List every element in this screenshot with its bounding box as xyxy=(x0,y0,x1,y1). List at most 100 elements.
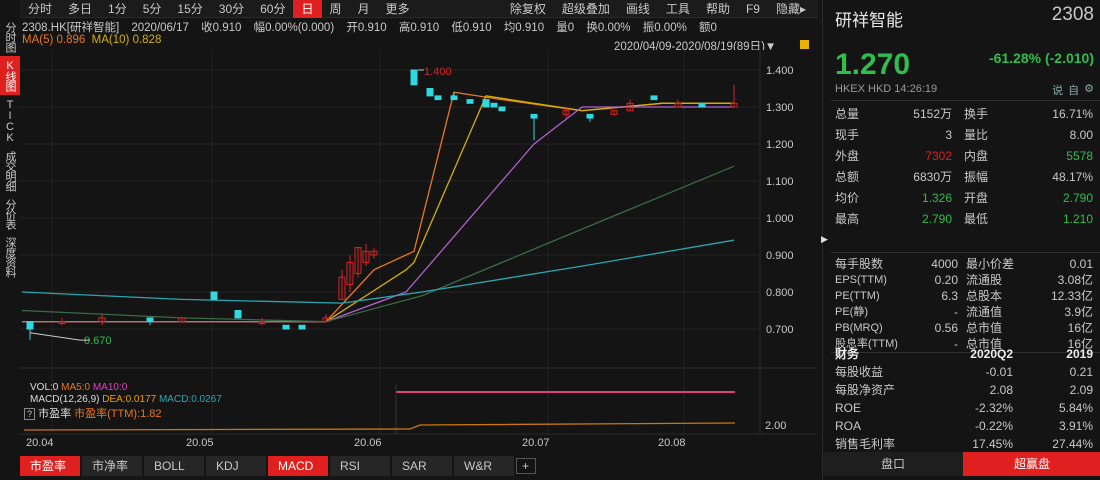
financials-value: 2.08 xyxy=(989,383,1013,397)
indicator-tab[interactable]: 市盈率 xyxy=(20,456,80,476)
quote-value: 7302 xyxy=(925,149,952,163)
pe-ttm-value: 市盈率(TTM):1.82 xyxy=(74,408,162,420)
indicator-tab[interactable]: SAR xyxy=(392,456,452,476)
quote-label: 振幅 xyxy=(964,170,989,184)
financials-row: 销售毛利率 17.45% 27.44% xyxy=(823,435,1100,453)
order-book-tab[interactable]: 盘口 xyxy=(823,452,963,476)
candle[interactable] xyxy=(298,324,306,330)
add-indicator-button[interactable]: + xyxy=(516,458,536,474)
fundamental-label: PE(TTM) xyxy=(835,290,880,302)
quote-value: 48.17% xyxy=(1052,170,1093,184)
fundamental-row: EPS(TTM) 0.20 流通股 3.08亿 xyxy=(823,272,1100,288)
candle[interactable] xyxy=(482,99,490,108)
indicator-tab[interactable]: W&R xyxy=(454,456,514,476)
y-tick-label: 1.000 xyxy=(766,213,794,225)
quote-value: 1.326 xyxy=(921,191,952,205)
financials-value: 3.91% xyxy=(1058,419,1093,433)
indicator-tab[interactable]: 市净率 xyxy=(82,456,142,476)
y-tick-label: 1.200 xyxy=(766,139,794,151)
vol-label: VOL:0 xyxy=(30,382,59,393)
candle[interactable] xyxy=(650,95,658,101)
candle-body xyxy=(490,102,498,108)
fundamental-label: 总股本 xyxy=(966,289,1003,303)
candle-body xyxy=(586,113,594,119)
x-tick-label: 20.06 xyxy=(354,437,382,449)
indicator-row-2: MACD(12,26,9) DEA:0.0177 MACD:0.0267 xyxy=(30,394,222,405)
fundamental-row: PE(静) - 流通值 3.9亿 xyxy=(823,304,1100,320)
financials-value: -2.32% xyxy=(974,401,1013,415)
fundamental-label: 总市值 xyxy=(966,321,1003,335)
watchlist-icon[interactable]: 自 xyxy=(1068,82,1079,98)
candle[interactable] xyxy=(498,106,506,112)
financials-header-cell: 2019 xyxy=(1066,347,1093,361)
quote-label: 外盘 xyxy=(835,149,860,163)
financials-label: ROE xyxy=(835,401,862,415)
candle[interactable] xyxy=(698,102,706,108)
financials-value: -0.22% xyxy=(974,419,1013,433)
candle[interactable] xyxy=(282,324,290,330)
financials-label: 每股收益 xyxy=(835,365,884,379)
financials-value: 17.45% xyxy=(972,437,1013,451)
collapse-arrow-icon[interactable]: ▶ xyxy=(821,234,828,245)
candle[interactable] xyxy=(234,310,242,319)
financials-value: 27.44% xyxy=(1052,437,1093,451)
candle-body xyxy=(426,88,434,97)
financials-row: ROA -0.22% 3.91% xyxy=(823,417,1100,435)
financials-label: 每股净资产 xyxy=(835,383,896,397)
indicator-tab[interactable]: BOLL xyxy=(144,456,204,476)
market-time: HKEX HKD 14:26:19 xyxy=(835,83,938,95)
fundamental-value: 12.33亿 xyxy=(1050,289,1093,303)
fundamental-value: - xyxy=(954,305,958,319)
quote-value: 8.00 xyxy=(1069,128,1093,142)
quote-label: 量比 xyxy=(964,128,989,142)
settings-icon[interactable]: ⚙ xyxy=(1084,82,1094,98)
quote-row: 现手 3 量比 8.00 xyxy=(823,125,1100,146)
super-tab[interactable]: 超赢盘 xyxy=(963,452,1100,476)
candle-body xyxy=(650,95,658,101)
y-tick-label: 0.900 xyxy=(766,250,794,262)
candle-body xyxy=(210,291,218,300)
candle[interactable] xyxy=(210,291,218,300)
quote-value: 5152万 xyxy=(913,107,952,121)
quote-value: 2.790 xyxy=(1062,191,1093,205)
financials-value: 5.84% xyxy=(1058,401,1093,415)
x-tick-label: 20.08 xyxy=(658,437,686,449)
financials-row: 每股净资产 2.08 2.09 xyxy=(823,381,1100,399)
candle-body xyxy=(482,99,490,108)
candle[interactable] xyxy=(466,99,474,104)
quote-label: 总额 xyxy=(835,170,860,184)
candle-body xyxy=(530,113,538,119)
candle-body xyxy=(146,317,154,323)
candle-body xyxy=(410,69,418,86)
fundamentals-table: 每手股数 4000 最小价差 0.01 EPS(TTM) 0.20 流通股 3.08亿 PE(T… xyxy=(823,256,1100,352)
candle-body xyxy=(466,99,474,104)
quote-value: 1.210 xyxy=(1062,212,1093,226)
indicator-tab[interactable]: MACD xyxy=(268,456,328,476)
indicator-tab[interactable]: RSI xyxy=(330,456,390,476)
indicator-row-1: VOL:0 MA5:0 MA10:0 xyxy=(30,382,127,393)
quote-value: 3 xyxy=(945,128,952,142)
indicator-tabs: 市盈率 市净率 BOLL KDJ MACD RSI SAR W&R + xyxy=(20,456,536,476)
fundamental-row: 每手股数 4000 最小价差 0.01 xyxy=(823,256,1100,272)
quote-label: 开盘 xyxy=(964,191,989,205)
indicator-tab[interactable]: KDJ xyxy=(206,456,266,476)
candle[interactable] xyxy=(426,88,434,97)
help-icon[interactable]: ? xyxy=(24,408,36,420)
candle[interactable] xyxy=(490,102,498,108)
vol-ma5: MA5:0 xyxy=(61,382,91,393)
fundamental-label: 最小价差 xyxy=(966,257,1015,271)
y-tick-label: 0.800 xyxy=(766,287,794,299)
x-tick-label: 20.05 xyxy=(186,437,214,449)
fundamental-value: 3.9亿 xyxy=(1064,305,1093,319)
candle[interactable] xyxy=(434,95,442,101)
y-tick-label: 1.100 xyxy=(766,176,794,188)
note-icon[interactable]: 说 xyxy=(1052,82,1063,98)
candle-body xyxy=(450,95,458,101)
candle-body xyxy=(434,95,442,101)
indicator-row-3: ? 市盈率 市盈率(TTM):1.82 xyxy=(24,405,162,421)
fundamental-value: 0.01 xyxy=(1069,257,1093,271)
financials-row: 每股收益 -0.01 0.21 xyxy=(823,363,1100,381)
candle-body xyxy=(282,324,290,330)
quote-panel: 研祥智能 2308 1.270 -61.28% (-2.010) HKEX HK… xyxy=(822,0,1100,480)
candle[interactable] xyxy=(410,69,418,86)
